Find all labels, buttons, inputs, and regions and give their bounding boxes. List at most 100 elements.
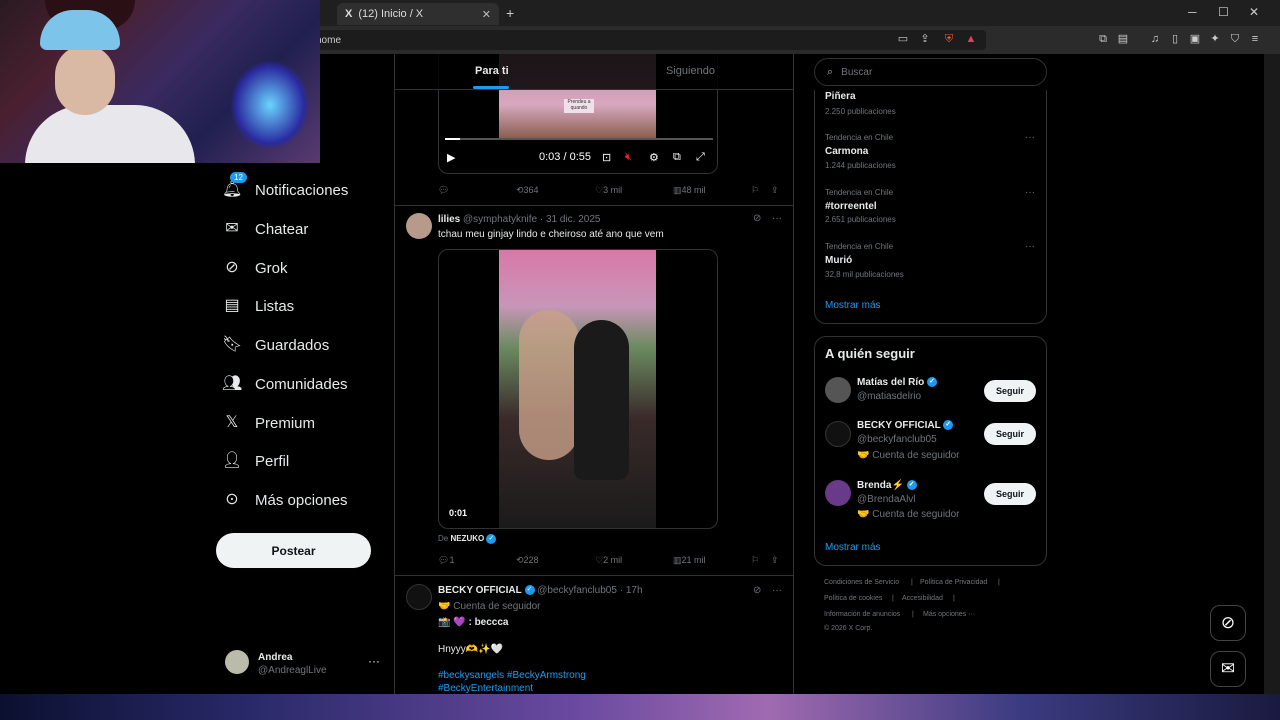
more-icon[interactable]: ··· xyxy=(368,654,380,668)
pip-icon[interactable]: ⧉ xyxy=(673,151,681,164)
follow-user-name[interactable]: Matías del Río ✓ xyxy=(857,377,938,388)
trend-name[interactable]: #torreentel xyxy=(825,201,877,212)
sidebar-item-notificaciones[interactable]: 🔔︎ 12 Notificaciones xyxy=(222,172,349,202)
menu-icon[interactable]: ≡ xyxy=(1248,32,1262,46)
extensions-icon[interactable]: ⧉ xyxy=(1096,32,1110,46)
footer-link[interactable]: Información de anuncios xyxy=(824,611,900,618)
like-button[interactable]: ♡ 3 mil xyxy=(595,185,622,196)
grok-icon[interactable]: ⊘ xyxy=(753,213,761,224)
maximize-button[interactable]: ☐ xyxy=(1218,5,1229,19)
new-tab-button[interactable]: + xyxy=(506,5,514,21)
fullscreen-icon[interactable]: ⤢ xyxy=(696,151,705,164)
trend-name[interactable]: Carmona xyxy=(825,146,868,157)
bookmark-icon[interactable]: ⚐ xyxy=(751,555,759,566)
captions-icon[interactable]: ⊡ xyxy=(602,151,611,164)
more-icon[interactable]: ··· xyxy=(1025,187,1035,198)
follow-button[interactable]: Seguir xyxy=(984,483,1036,505)
tweet-date[interactable]: · 17h xyxy=(620,585,643,596)
vpn-icon[interactable]: ⛉ xyxy=(1228,32,1242,46)
follow-button[interactable]: Seguir xyxy=(984,380,1036,402)
views-button[interactable]: ▥ 48 mil xyxy=(673,185,706,196)
trend-name[interactable]: Murió xyxy=(825,255,852,266)
sidebar-item-chatear[interactable]: ✉ Chatear xyxy=(222,217,308,241)
avatar[interactable] xyxy=(825,421,851,447)
show-more-link[interactable]: Mostrar más xyxy=(825,300,881,311)
reading-icon[interactable]: ▤ xyxy=(1116,32,1130,46)
source-name[interactable]: NEZUKO xyxy=(450,534,484,543)
cast-icon[interactable]: ▭ xyxy=(896,32,910,46)
footer-link[interactable]: Más opciones ··· xyxy=(923,611,975,618)
brave-rewards-icon[interactable]: ▲ xyxy=(964,32,978,46)
avatar[interactable] xyxy=(825,377,851,403)
show-more-link[interactable]: Mostrar más xyxy=(825,542,881,553)
list-icon: ▤ xyxy=(224,297,240,314)
hashtag-link[interactable]: #beckysangels #BeckyArmstrong xyxy=(438,670,586,681)
avatar[interactable] xyxy=(406,584,432,610)
more-icon[interactable]: ··· xyxy=(1025,241,1035,252)
share-icon[interactable]: ⇪ xyxy=(771,555,779,566)
more-icon[interactable]: ··· xyxy=(772,585,782,596)
tab-para-ti[interactable]: Para ti xyxy=(475,65,509,77)
sidebar-item-guardados[interactable]: 🔖︎ Guardados xyxy=(222,333,329,357)
settings-icon[interactable]: ⚙ xyxy=(649,151,659,164)
avatar[interactable] xyxy=(825,480,851,506)
reply-button[interactable]: 💬︎ 1 xyxy=(438,555,454,566)
retweet-button[interactable]: ⟲ 228 xyxy=(516,555,539,566)
post-button[interactable]: Postear xyxy=(216,533,371,568)
address-bar[interactable]: home xyxy=(300,30,986,50)
scrollbar[interactable] xyxy=(1264,54,1280,694)
more-icon[interactable]: ··· xyxy=(772,213,782,224)
footer-link[interactable]: Política de Privacidad xyxy=(920,579,987,586)
play-icon[interactable]: ▶ xyxy=(447,151,455,164)
follow-user-name[interactable]: Brenda⚡ ✓ xyxy=(857,480,917,491)
grok-icon[interactable]: ⊘ xyxy=(1210,605,1246,641)
bookmark-icon[interactable]: ⚐ xyxy=(751,185,759,196)
tweet-author[interactable]: BECKY OFFICIAL xyxy=(438,585,522,596)
sidebar-item-grok[interactable]: ⊘ Grok xyxy=(222,256,287,280)
search-input[interactable]: ⌕ Buscar xyxy=(814,58,1047,86)
like-button[interactable]: ♡ 2 mil xyxy=(595,555,622,566)
close-tab-icon[interactable]: ✕ xyxy=(482,8,491,21)
sidebar-item-premium[interactable]: 𝕏 Premium xyxy=(222,411,315,435)
reply-icon[interactable]: 💬︎ xyxy=(438,185,449,196)
sidebar-item-comunidades[interactable]: 👥︎ Comunidades xyxy=(222,372,348,396)
avatar[interactable] xyxy=(406,213,432,239)
sidebar-icon[interactable]: ▯ xyxy=(1168,32,1182,46)
tweet-handle[interactable]: @beckyfanclub05 xyxy=(537,585,617,596)
retweet-button[interactable]: ⟲ 364 xyxy=(516,185,539,196)
views-button[interactable]: ▥ 21 mil xyxy=(673,555,706,566)
sidebar-item-label: Notificaciones xyxy=(255,181,349,199)
browser-tab[interactable]: X (12) Inicio / X ✕ xyxy=(337,3,499,25)
video-progress-bar[interactable] xyxy=(445,138,713,140)
messages-icon[interactable]: ✉ xyxy=(1210,651,1246,687)
grok-icon[interactable]: ⊘ xyxy=(753,585,761,596)
mute-icon[interactable]: 🔇︎ xyxy=(625,151,632,164)
hashtag-link[interactable]: #BeckyEntertainment xyxy=(438,683,533,694)
tab-siguiendo[interactable]: Siguiendo xyxy=(666,65,715,77)
tweet-date[interactable]: · 31 dic. 2025 xyxy=(540,214,601,225)
sidebar-item-label: Listas xyxy=(255,297,295,315)
sidebar-item-listas[interactable]: ▤ Listas xyxy=(222,294,294,318)
leo-icon[interactable]: ✦ xyxy=(1208,32,1222,46)
account-switcher[interactable]: Andrea @AndreaglLive ··· xyxy=(225,650,385,680)
trend-name[interactable]: Piñera xyxy=(825,91,856,102)
tweet-author[interactable]: lilies xyxy=(438,214,460,225)
follow-user-name[interactable]: BECKY OFFICIAL ✓ xyxy=(857,420,954,431)
wallet-icon[interactable]: ▣ xyxy=(1188,32,1202,46)
music-icon[interactable]: ♫ xyxy=(1148,32,1162,46)
follow-button[interactable]: Seguir xyxy=(984,423,1036,445)
account-name: Andrea xyxy=(258,652,293,663)
share-icon[interactable]: ⇪ xyxy=(918,32,932,46)
brave-shield-icon[interactable]: ⛨ xyxy=(942,32,956,46)
minimize-button[interactable]: ─ xyxy=(1188,5,1197,19)
more-icon[interactable]: ··· xyxy=(1025,132,1035,143)
share-icon[interactable]: ⇪ xyxy=(771,185,779,196)
footer-link[interactable]: Política de cookies xyxy=(824,595,882,602)
tweet-handle[interactable]: @symphatyknife xyxy=(463,214,537,225)
sidebar-item-mas-opciones[interactable]: ⊙ Más opciones xyxy=(222,488,347,512)
sidebar-item-perfil[interactable]: 👤︎ Perfil xyxy=(222,449,289,473)
footer-link[interactable]: Accesibilidad xyxy=(902,595,943,602)
close-window-button[interactable]: ✕ xyxy=(1249,5,1259,19)
footer-link[interactable]: Condiciones de Servicio xyxy=(824,579,899,586)
video-player[interactable]: 0:01 xyxy=(438,249,718,529)
